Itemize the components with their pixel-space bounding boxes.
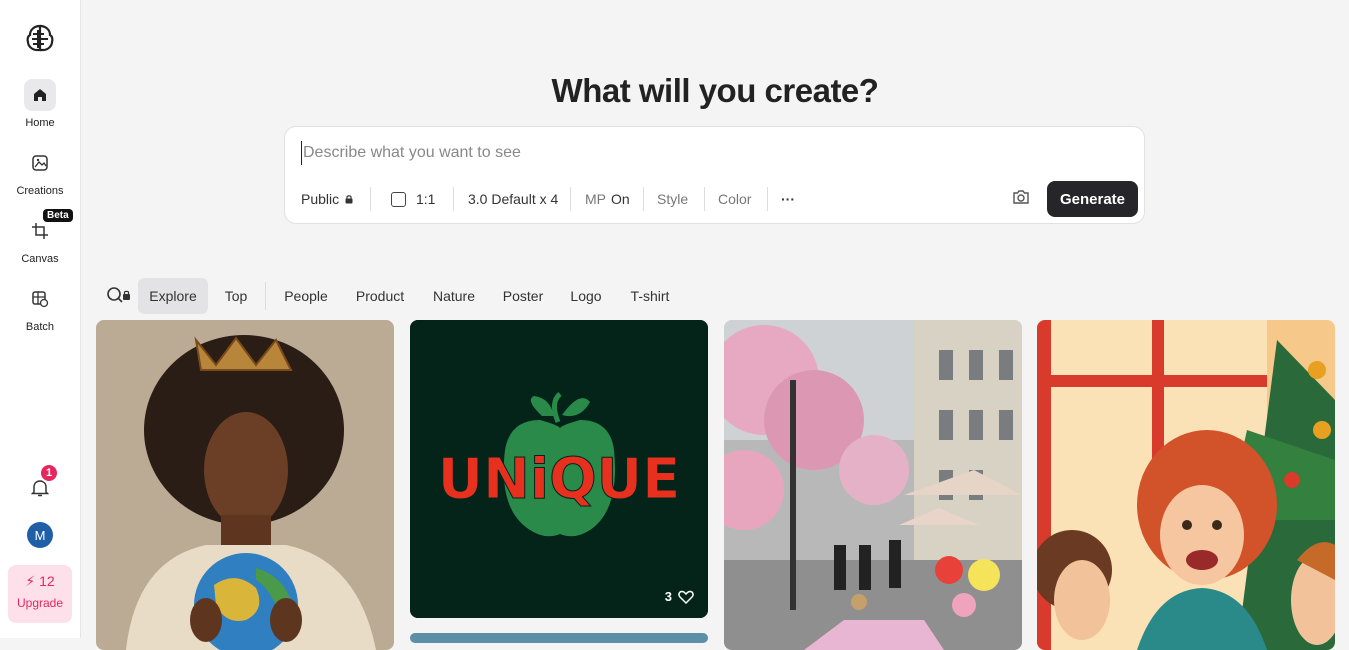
sidebar-item-label: Home xyxy=(25,117,55,129)
mp-toggle[interactable]: MP On xyxy=(585,191,630,207)
visibility-label: Public xyxy=(301,191,340,207)
lock-icon xyxy=(345,195,353,204)
tab-nature[interactable]: Nature xyxy=(426,278,482,314)
generate-button[interactable]: Generate xyxy=(1047,181,1138,217)
sidebar-item-creations[interactable]: Creations xyxy=(0,147,80,197)
likes-count: 3 xyxy=(664,589,672,604)
avatar[interactable]: M xyxy=(27,522,53,548)
credits-count: 12 xyxy=(39,573,55,589)
aspect-label: 1:1 xyxy=(416,191,436,207)
tab-top[interactable]: Top xyxy=(216,278,256,314)
upgrade-button[interactable]: ⚡︎ 12 Upgrade xyxy=(8,565,72,623)
unique-apple-logo-image: UNiQUE xyxy=(410,320,708,618)
tab-people[interactable]: People xyxy=(278,278,334,314)
more-icon: ··· xyxy=(781,191,795,207)
gallery-card[interactable] xyxy=(410,633,708,643)
heart-icon xyxy=(678,590,694,604)
page-title: What will you create? xyxy=(551,72,879,109)
model-label: 3.0 Default x 4 xyxy=(468,191,559,207)
image-upload-button[interactable] xyxy=(1012,189,1030,210)
upgrade-label: Upgrade xyxy=(16,596,64,610)
brain-logo-icon xyxy=(26,24,54,52)
color-select[interactable]: Color xyxy=(718,191,751,207)
image-icon xyxy=(24,147,56,179)
sidebar-item-label: Batch xyxy=(25,321,55,333)
more-options-button[interactable]: ··· xyxy=(781,191,795,207)
sidebar-item-label: Canvas xyxy=(21,253,59,265)
search-button[interactable] xyxy=(106,286,132,311)
logo[interactable] xyxy=(24,22,56,54)
notification-badge: 1 xyxy=(39,463,59,483)
sidebar-item-batch[interactable]: Batch xyxy=(0,283,80,333)
style-label: Style xyxy=(657,191,689,207)
christmas-illustration-image xyxy=(1037,320,1335,650)
square-icon xyxy=(391,191,406,207)
tab-product[interactable]: Product xyxy=(348,278,412,314)
aspect-ratio-select[interactable]: 1:1 xyxy=(391,191,435,207)
tab-poster[interactable]: Poster xyxy=(496,278,550,314)
sidebar-item-label: Creations xyxy=(16,185,64,197)
likes-counter[interactable]: 3 xyxy=(665,589,694,604)
style-select[interactable]: Style xyxy=(657,191,688,207)
lightning-icon: ⚡︎ xyxy=(25,573,36,589)
camera-icon xyxy=(1013,190,1029,204)
sidebar-item-canvas[interactable]: Beta Canvas xyxy=(0,209,80,265)
gallery-card[interactable]: UNiQUE 3 xyxy=(410,320,708,618)
home-icon xyxy=(24,79,56,111)
sidebar-item-home[interactable]: Home xyxy=(0,79,80,129)
color-label: Color xyxy=(718,191,752,207)
beta-badge: Beta xyxy=(43,209,73,222)
woman-globe-image xyxy=(96,320,394,650)
prompt-options: Public 1:1 3.0 Default x 4 MP On Style C… xyxy=(285,181,1144,217)
tab-logo[interactable]: Logo xyxy=(564,278,608,314)
sidebar: Home Creations Beta Canvas Batch 1 M ⚡︎ … xyxy=(0,0,81,638)
mp-label: MP xyxy=(585,191,606,207)
gallery-card[interactable] xyxy=(724,320,1022,650)
mp-value: On xyxy=(611,191,630,207)
gallery-card[interactable] xyxy=(96,320,394,650)
search-lock-icon xyxy=(107,287,130,303)
blossom-street-image xyxy=(724,320,1022,650)
batch-icon xyxy=(24,283,56,315)
model-select[interactable]: 3.0 Default x 4 xyxy=(468,191,558,207)
gallery-card[interactable] xyxy=(1037,320,1335,650)
tab-tshirt[interactable]: T-shirt xyxy=(622,278,678,314)
prompt-box: Public 1:1 3.0 Default x 4 MP On Style C… xyxy=(284,126,1145,224)
prompt-input[interactable] xyxy=(301,141,1121,165)
tab-explore[interactable]: Explore xyxy=(138,278,208,314)
logo-text: UNiQUE xyxy=(438,447,681,512)
visibility-toggle[interactable]: Public xyxy=(301,191,354,207)
